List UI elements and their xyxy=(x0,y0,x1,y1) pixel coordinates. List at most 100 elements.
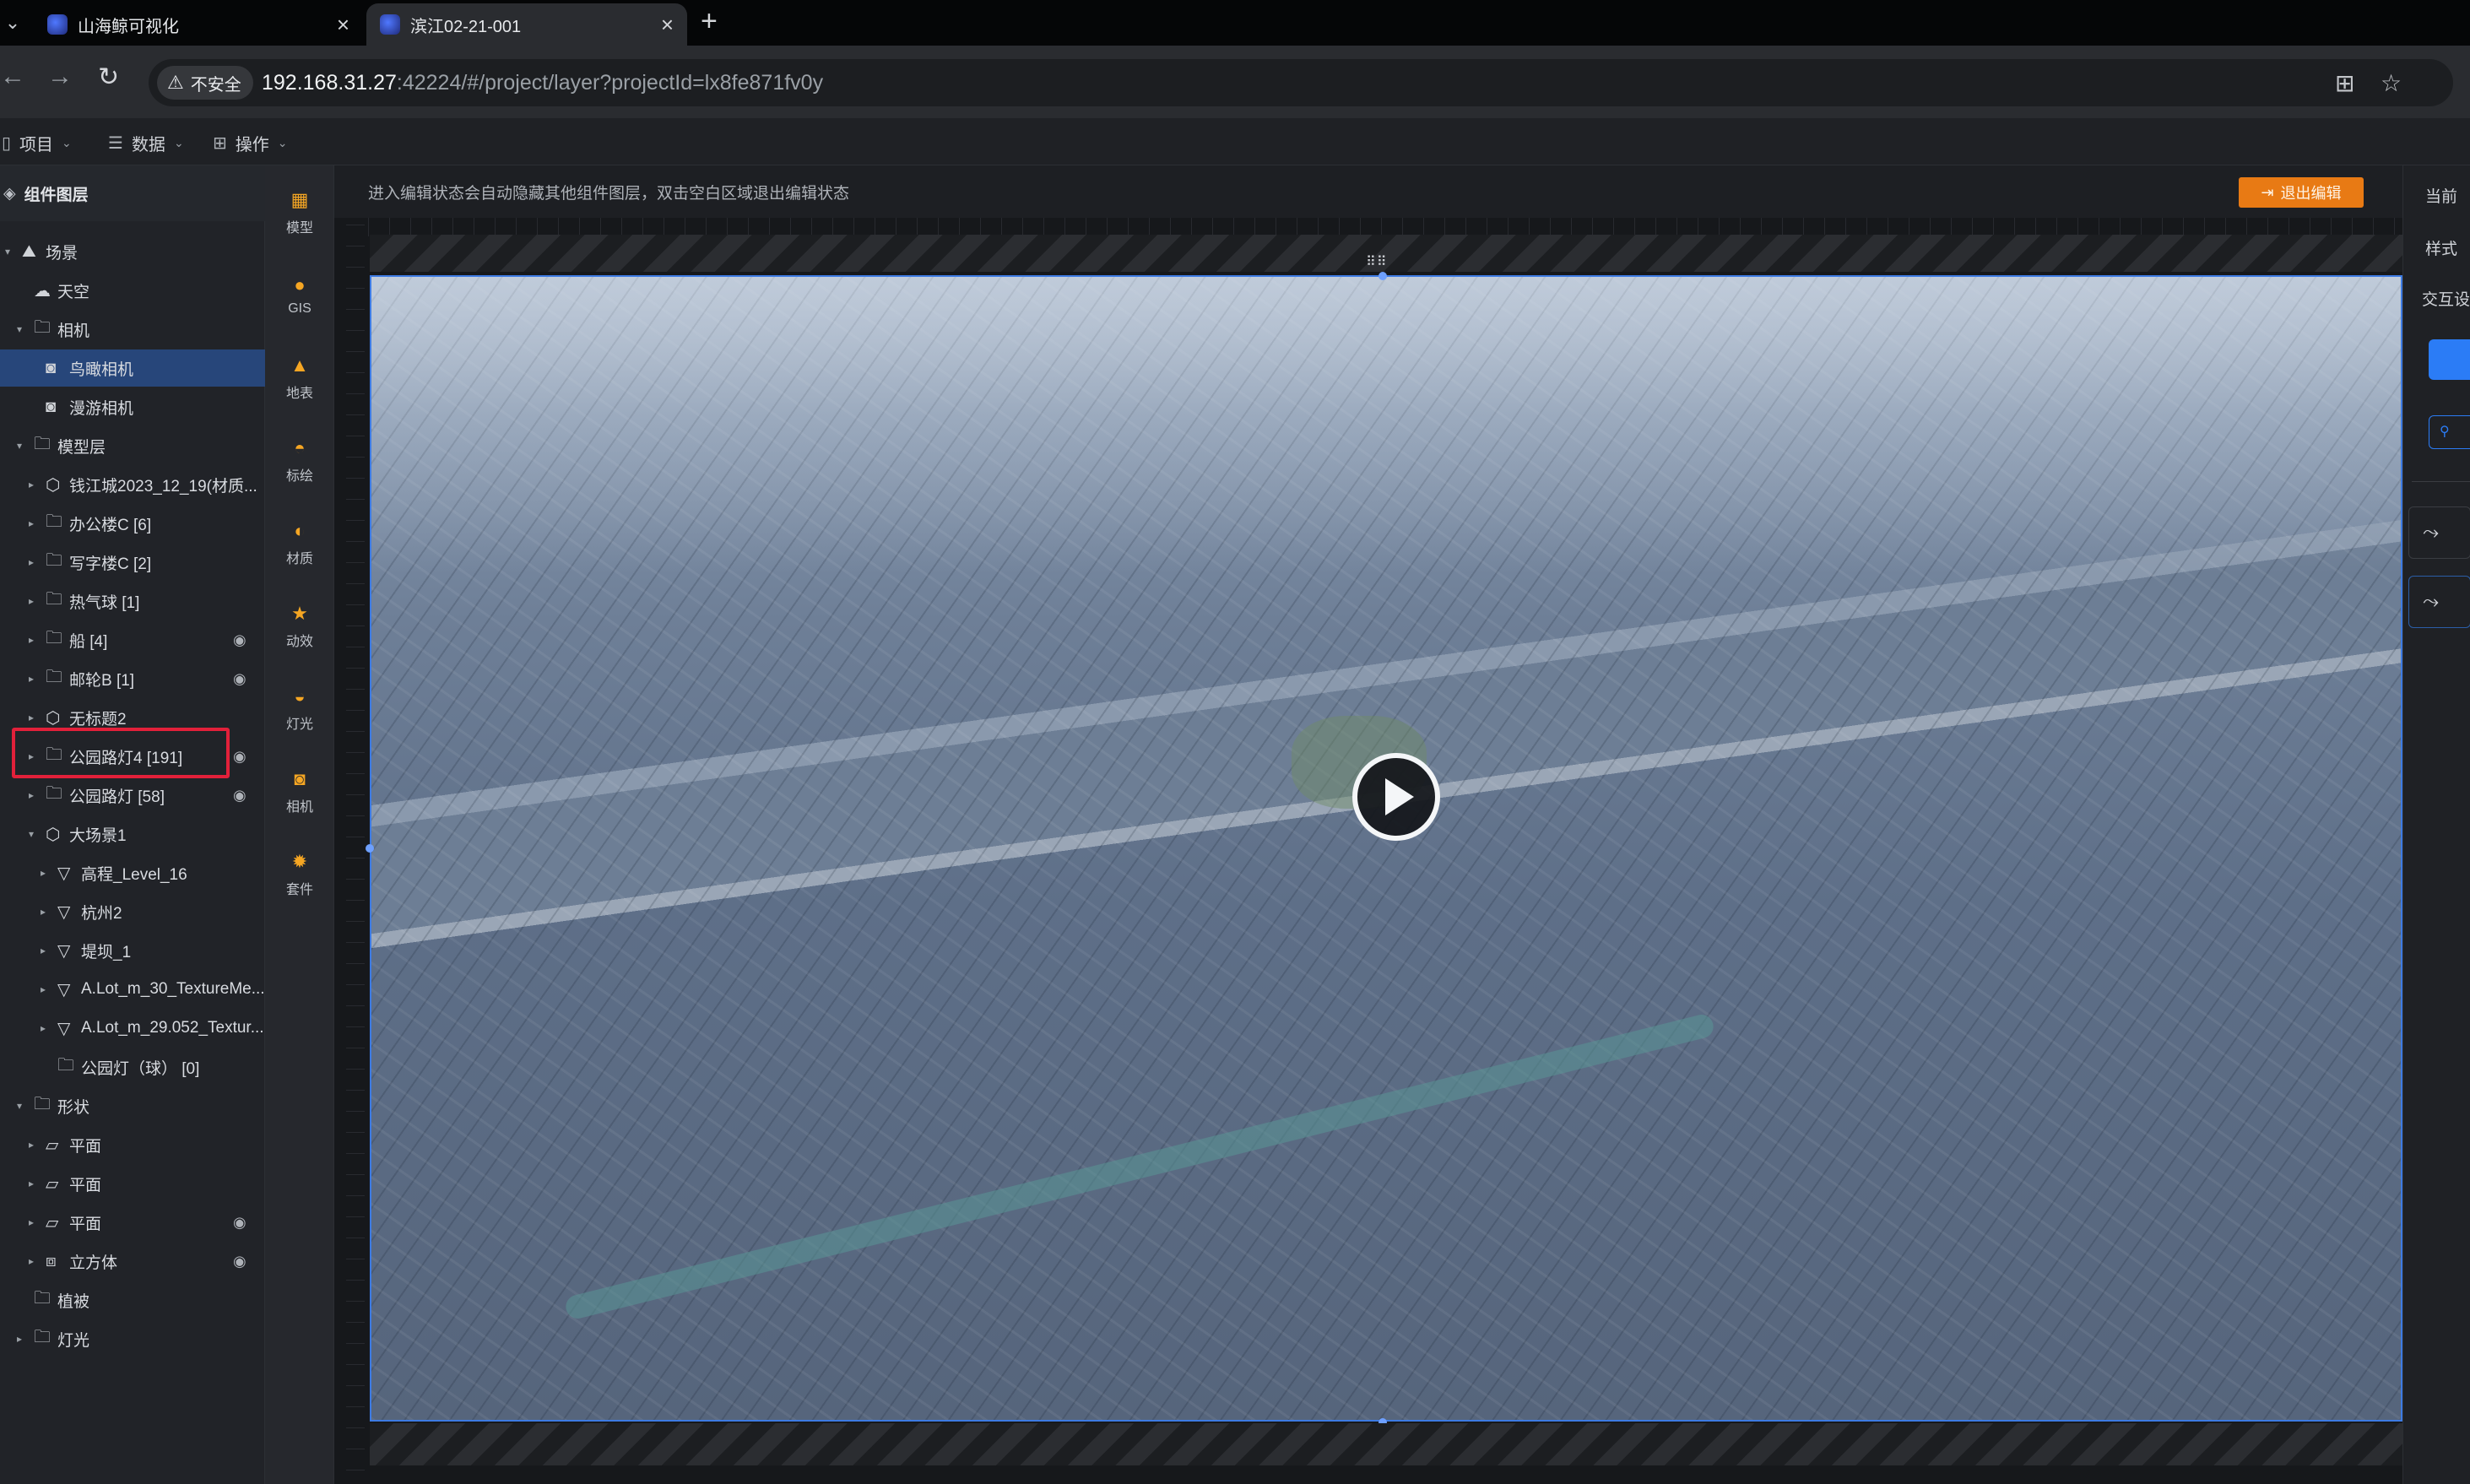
browser-tab-2[interactable]: 滨江02-21-001 × xyxy=(366,3,687,46)
url-text[interactable]: 192.168.31.27:42224/#/project/layer?proj… xyxy=(262,71,823,95)
tab-list-menu-button[interactable]: ⌄ xyxy=(0,0,25,46)
visibility-eye-icon[interactable]: ◉ xyxy=(233,1214,246,1232)
layer-tree-row[interactable]: ▸ ▱ 平面 ◉ xyxy=(0,1204,265,1241)
layer-tree-row[interactable]: ▾ 🗀 形状 xyxy=(0,1087,265,1124)
layer-tree-row[interactable]: ▸ 🗀 公园路灯 [58] ◉ xyxy=(0,777,265,814)
translate-icon[interactable]: ⊞ xyxy=(2335,69,2354,97)
menu-data[interactable]: ☰ 数据 ⌄ xyxy=(108,130,184,155)
chevron-down-icon: ⌄ xyxy=(277,135,288,149)
collapse-arrow-icon[interactable]: ▸ xyxy=(41,945,46,956)
component-strip-item[interactable]: ● GIS xyxy=(265,258,334,334)
menu-project[interactable]: ▯ 项目 ⌄ xyxy=(2,130,72,155)
3d-city-viewport[interactable] xyxy=(370,275,2402,1422)
visibility-eye-icon[interactable]: ◉ xyxy=(233,748,246,766)
layer-tree-row[interactable]: ▸ ⧈ 立方体 ◉ xyxy=(0,1243,265,1280)
exit-edit-button[interactable]: ⇥ 退出编辑 xyxy=(2239,177,2364,208)
component-strip-item[interactable]: ◙ 相机 xyxy=(265,755,334,831)
forward-arrow-icon[interactable]: → xyxy=(47,62,73,91)
drag-grip-icon[interactable]: ⠿⠿ xyxy=(1366,253,1387,270)
collapse-arrow-icon[interactable]: ▸ xyxy=(29,556,34,568)
security-indicator[interactable]: ⚠ 不安全 xyxy=(157,66,253,100)
back-arrow-icon[interactable]: ← xyxy=(0,62,25,91)
layer-tree-row[interactable]: ▸ 🗀 办公楼C [6] xyxy=(0,505,265,542)
visibility-eye-icon[interactable]: ◉ xyxy=(233,787,246,804)
new-tab-button[interactable]: + xyxy=(701,5,718,38)
layer-tree-label: 模型层 xyxy=(57,438,106,457)
primary-action-button[interactable] xyxy=(2429,339,2470,380)
component-strip-item[interactable]: ▲ 地表 xyxy=(265,341,334,417)
layer-tree-row[interactable]: 🗀 公园灯（球） [0] xyxy=(0,1048,265,1086)
link-chip[interactable]: ⚲ xyxy=(2429,415,2470,449)
browser-tab-1[interactable]: 山海鲸可视化 × xyxy=(34,3,363,46)
close-tab-icon[interactable]: × xyxy=(661,12,674,38)
component-strip-item[interactable]: ✹ 套件 xyxy=(265,837,334,913)
layer-tree-row[interactable]: ▸ ▱ 平面 xyxy=(0,1126,265,1163)
collapse-arrow-icon[interactable]: ▸ xyxy=(41,867,46,879)
layer-tree-row[interactable]: ◙ 漫游相机 xyxy=(0,388,265,425)
bookmark-star-icon[interactable]: ☆ xyxy=(2381,69,2402,97)
close-tab-icon[interactable]: × xyxy=(337,12,349,38)
layer-tree-row[interactable]: ▸ 🗀 写字楼C [2] xyxy=(0,544,265,581)
layer-tree-row[interactable]: 🗀 植被 xyxy=(0,1281,265,1319)
layer-tree-row[interactable]: ▸ ▽ 高程_Level_16 xyxy=(0,854,265,891)
globe-icon: ● xyxy=(294,274,306,295)
collapse-arrow-icon[interactable]: ▸ xyxy=(29,634,34,646)
layer-tree-row[interactable]: ▸ 🗀 船 [4] ◉ xyxy=(0,621,265,658)
collapse-arrow-icon[interactable]: ▸ xyxy=(29,1139,34,1151)
layer-tree-row[interactable]: ◙ 鸟瞰相机 xyxy=(0,349,265,387)
layer-tree-row[interactable]: ▸ ▽ 堤坝_1 xyxy=(0,932,265,969)
layer-tree-row[interactable]: ▸ 🗀 邮轮B [1] ◉ xyxy=(0,660,265,697)
collapse-arrow-icon[interactable]: ▸ xyxy=(29,1178,34,1189)
collapse-arrow-icon[interactable]: ▸ xyxy=(29,595,34,607)
component-strip-item[interactable]: ◒ 灯光 xyxy=(265,672,334,748)
layer-tree-row[interactable]: ▾ ⬡ 大场景1 xyxy=(0,815,265,853)
reload-icon[interactable]: ↻ xyxy=(98,62,119,92)
collapse-arrow-icon[interactable]: ▸ xyxy=(17,1333,22,1345)
layer-tree-row[interactable]: ▸ ▽ 杭州2 xyxy=(0,893,265,930)
menu-operations[interactable]: ⊞ 操作 ⌄ xyxy=(213,130,288,155)
collapse-arrow-icon[interactable]: ▸ xyxy=(41,983,46,995)
layer-tree-row[interactable]: ▸ ⬡ 钱江城2023_12_19(材质... xyxy=(0,466,265,503)
interaction-item-2[interactable]: ⤳ xyxy=(2408,576,2470,628)
collapse-arrow-icon[interactable]: ▸ xyxy=(29,673,34,685)
layer-tree-row[interactable]: ▾ ⛰ 场景 xyxy=(0,233,265,270)
component-strip-item[interactable]: ◐ 材质 xyxy=(265,506,334,582)
collapse-arrow-icon[interactable]: ▸ xyxy=(29,517,34,529)
layer-tree-row[interactable]: ▾ 🗀 相机 xyxy=(0,311,265,348)
resize-handle-left[interactable] xyxy=(366,844,374,853)
component-strip-item[interactable]: ▦ 模型 xyxy=(265,176,334,252)
collapse-arrow-icon[interactable]: ▸ xyxy=(29,1255,34,1267)
expand-arrow-icon[interactable]: ▾ xyxy=(5,246,10,257)
collapse-arrow-icon[interactable]: ▸ xyxy=(29,789,34,801)
layer-tree-row[interactable]: ☁ 天空 xyxy=(0,272,265,309)
expand-arrow-icon[interactable]: ▾ xyxy=(17,1100,22,1112)
component-strip-item[interactable]: ◓ 标绘 xyxy=(265,424,334,500)
expand-arrow-icon[interactable]: ▾ xyxy=(17,323,22,335)
component-strip-item[interactable]: ★ 动效 xyxy=(265,589,334,665)
visibility-eye-icon[interactable]: ◉ xyxy=(233,1253,246,1270)
tab-interaction[interactable]: 交互设 xyxy=(2422,287,2470,310)
interaction-item-1[interactable]: ⤳ xyxy=(2408,506,2470,559)
expand-arrow-icon[interactable]: ▾ xyxy=(29,828,34,840)
layer-tree-label: 植被 xyxy=(57,1292,90,1311)
edit-boundary-stripe-bottom xyxy=(370,1423,2402,1465)
collapse-arrow-icon[interactable]: ▸ xyxy=(41,1022,46,1034)
component-strip-label: 标绘 xyxy=(285,469,313,484)
expand-arrow-icon[interactable]: ▾ xyxy=(17,440,22,452)
layer-tree-row[interactable]: ▾ 🗀 模型层 xyxy=(0,427,265,464)
layer-tree-row[interactable]: ▸ 🗀 灯光 xyxy=(0,1320,265,1357)
layer-tree-row[interactable]: ▸ ▽ A.Lot_m_30_TextureMe... xyxy=(0,971,265,1008)
collapse-arrow-icon[interactable]: ▸ xyxy=(41,906,46,918)
collapse-arrow-icon[interactable]: ▸ xyxy=(29,479,34,490)
tab-style[interactable]: 样式 xyxy=(2425,236,2457,259)
collapse-arrow-icon[interactable]: ▸ xyxy=(29,712,34,723)
visibility-eye-icon[interactable]: ◉ xyxy=(233,631,246,649)
layer-tree-row[interactable]: ▸ ▱ 平面 xyxy=(0,1165,265,1202)
resize-handle-top[interactable] xyxy=(1379,272,1387,280)
address-bar[interactable]: ⚠ 不安全 192.168.31.27:42224/#/project/laye… xyxy=(149,59,2453,106)
layer-tree-row[interactable]: ▸ 🗀 热气球 [1] xyxy=(0,582,265,620)
collapse-arrow-icon[interactable]: ▸ xyxy=(29,1216,34,1228)
play-button[interactable] xyxy=(1352,753,1440,841)
visibility-eye-icon[interactable]: ◉ xyxy=(233,670,246,688)
layer-tree-row[interactable]: ▸ ▽ A.Lot_m_29.052_Textur... xyxy=(0,1010,265,1047)
